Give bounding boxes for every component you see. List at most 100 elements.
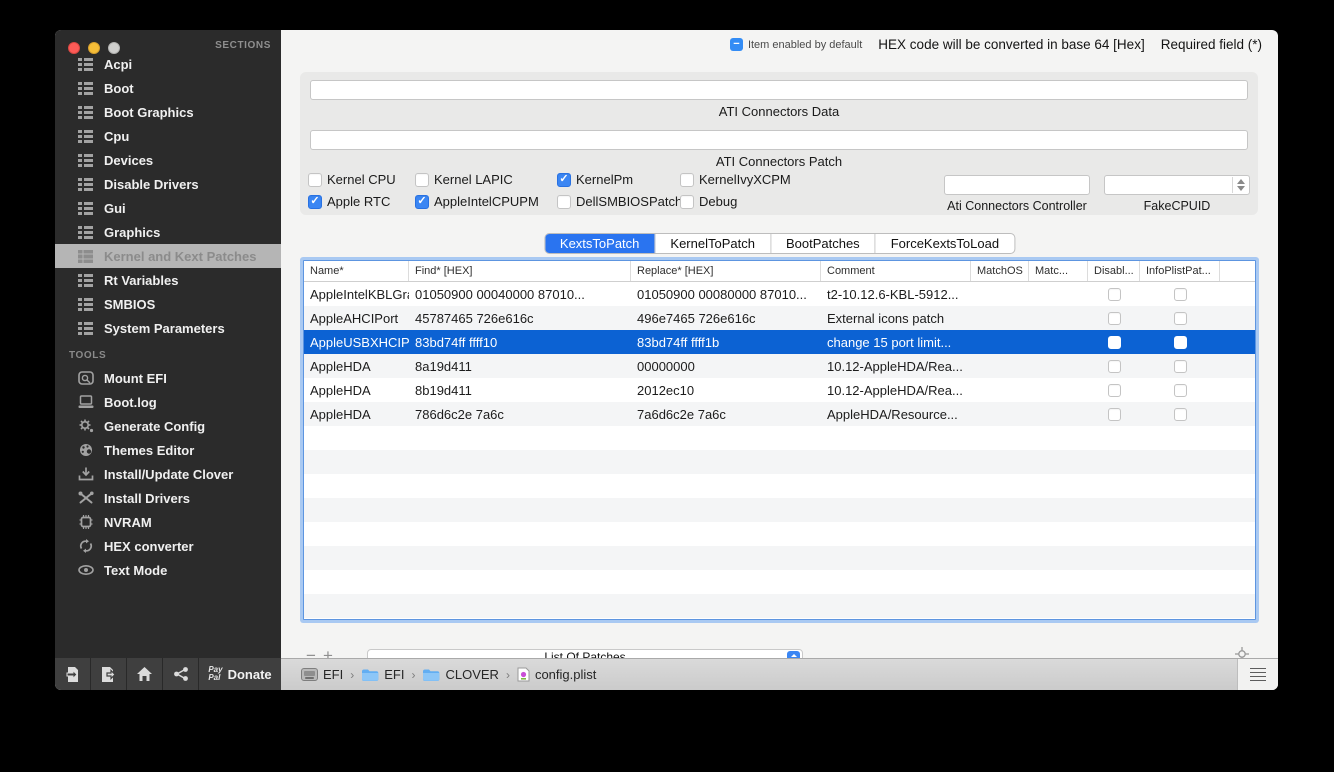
apple-rtc-checkbox[interactable]: [308, 195, 322, 209]
cell-name: AppleHDA: [304, 407, 409, 422]
tab-kerneltopatch[interactable]: KernelToPatch: [655, 234, 771, 253]
infoplist-checkbox[interactable]: [1174, 288, 1187, 301]
infoplist-checkbox[interactable]: [1174, 360, 1187, 373]
kernel-cpu-checkbox[interactable]: [308, 173, 322, 187]
column-header-matchbuild[interactable]: Matc...: [1029, 261, 1088, 281]
disabled-checkbox[interactable]: [1108, 312, 1121, 325]
list-icon: [77, 129, 94, 144]
cell-replace: 83bd74ff ffff1b: [631, 335, 821, 350]
breadcrumb-item-clover-folder[interactable]: CLOVER: [422, 667, 498, 682]
column-header-find[interactable]: Find* [HEX]: [409, 261, 631, 281]
table-row[interactable]: AppleUSBXHCIPCI 83bd74ff ffff10 83bd74ff…: [304, 330, 1255, 354]
option-label: DellSMBIOSPatch: [576, 194, 682, 209]
sidebar-item-label: Text Mode: [104, 563, 167, 578]
disabled-checkbox[interactable]: [1108, 408, 1121, 421]
option-kernel-lapic: Kernel LAPIC: [415, 172, 513, 187]
option-label: AppleIntelCPUPM: [434, 194, 539, 209]
option-debug: Debug: [680, 194, 737, 209]
tab-bootpatches[interactable]: BootPatches: [771, 234, 876, 253]
breadcrumb-item-config-plist[interactable]: config.plist: [517, 667, 596, 682]
list-icon: [77, 177, 94, 192]
cell-find: 83bd74ff ffff10: [409, 335, 631, 350]
breadcrumb-item-efi-folder[interactable]: EFI: [361, 667, 404, 682]
option-kernel-cpu: Kernel CPU: [308, 172, 396, 187]
disabled-checkbox[interactable]: [1108, 336, 1121, 349]
menu-icon[interactable]: [1250, 668, 1266, 682]
export-config-button[interactable]: [91, 658, 127, 690]
column-header-replace[interactable]: Replace* [HEX]: [631, 261, 821, 281]
table-row[interactable]: AppleHDA 8a19d411 00000000 10.12-AppleHD…: [304, 354, 1255, 378]
sidebar-item-themes-editor[interactable]: Themes Editor: [55, 438, 281, 462]
breadcrumb-label: config.plist: [535, 667, 596, 682]
home-button[interactable]: [127, 658, 163, 690]
breadcrumb-item-efi-disk[interactable]: EFI: [301, 667, 343, 682]
infoplist-checkbox[interactable]: [1174, 384, 1187, 397]
sidebar-item-generate-config[interactable]: Generate Config: [55, 414, 281, 438]
sidebar-item-graphics[interactable]: Graphics: [55, 220, 281, 244]
fakecpuid-combobox[interactable]: [1104, 175, 1250, 195]
legend-enabled-label: Item enabled by default: [748, 39, 862, 51]
tab-kextstopatch[interactable]: KextsToPatch: [545, 234, 656, 253]
sidebar-item-hex-converter[interactable]: HEX converter: [55, 534, 281, 558]
ati-connectors-data-label: ATI Connectors Data: [300, 104, 1258, 119]
sidebar-item-boot-graphics[interactable]: Boot Graphics: [55, 100, 281, 124]
column-header-disabled[interactable]: Disabl...: [1088, 261, 1140, 281]
log-icon: [77, 395, 94, 410]
sidebar-item-system-parameters[interactable]: System Parameters: [55, 316, 281, 340]
tab-forcekextstoload[interactable]: ForceKextsToLoad: [876, 234, 1014, 253]
disabled-checkbox[interactable]: [1108, 288, 1121, 301]
ati-connectors-controller-input[interactable]: [944, 175, 1090, 195]
option-apple-rtc: Apple RTC: [308, 194, 390, 209]
cell-find: 01050900 00040000 87010...: [409, 287, 631, 302]
sections-heading: SECTIONS: [215, 40, 271, 51]
infoplist-checkbox[interactable]: [1174, 408, 1187, 421]
dellsmbiospatch-checkbox[interactable]: [557, 195, 571, 209]
sidebar-item-disable-drivers[interactable]: Disable Drivers: [55, 172, 281, 196]
sidebar-item-label: Rt Variables: [104, 273, 178, 288]
import-config-button[interactable]: [55, 658, 91, 690]
sidebar-item-text-mode[interactable]: Text Mode: [55, 558, 281, 582]
ati-kernel-panel: ATI Connectors Data ATI Connectors Patch…: [300, 72, 1258, 215]
table-row[interactable]: AppleHDA 8b19d411 2012ec10 10.12-AppleHD…: [304, 378, 1255, 402]
table-row[interactable]: AppleHDA 786d6c2e 7a6c 7a6d6c2e 7a6c App…: [304, 402, 1255, 426]
disabled-checkbox[interactable]: [1108, 360, 1121, 373]
table-row[interactable]: AppleIntelKBLGrap... 01050900 00040000 8…: [304, 282, 1255, 306]
sidebar-item-kernel-and-kext-patches[interactable]: Kernel and Kext Patches: [55, 244, 281, 268]
sidebar-item-rt-variables[interactable]: Rt Variables: [55, 268, 281, 292]
sidebar-item-smbios[interactable]: SMBIOS: [55, 292, 281, 316]
cell-comment: 10.12-AppleHDA/Rea...: [821, 359, 971, 374]
disk-icon: [301, 668, 318, 681]
sidebar-item-devices[interactable]: Devices: [55, 148, 281, 172]
column-header-matchos[interactable]: MatchOS: [971, 261, 1029, 281]
sidebar-item-cpu[interactable]: Cpu: [55, 124, 281, 148]
ati-connectors-patch-input[interactable]: [310, 130, 1248, 150]
appleintelcpupm-checkbox[interactable]: [415, 195, 429, 209]
sidebar-item-boot-log[interactable]: Boot.log: [55, 390, 281, 414]
sidebar-item-nvram[interactable]: NVRAM: [55, 510, 281, 534]
sidebar-item-install-update-clover[interactable]: Install/Update Clover: [55, 462, 281, 486]
paypal-donate-button[interactable]: PayPal Donate: [199, 658, 281, 690]
table-row[interactable]: AppleAHCIPort 45787465 726e616c 496e7465…: [304, 306, 1255, 330]
infoplist-checkbox[interactable]: [1174, 312, 1187, 325]
folder-icon: [361, 668, 379, 682]
disabled-checkbox[interactable]: [1108, 384, 1121, 397]
sidebar-item-mount-efi[interactable]: Mount EFI: [55, 366, 281, 390]
share-button[interactable]: [163, 658, 199, 690]
sidebar-item-acpi[interactable]: Acpi: [55, 52, 281, 76]
column-header-comment[interactable]: Comment: [821, 261, 971, 281]
option-kernelivyxcpm: KernelIvyXCPM: [680, 172, 791, 187]
stepper-icon[interactable]: [1232, 177, 1248, 193]
sidebar-item-boot[interactable]: Boot: [55, 76, 281, 100]
kernelivyxcpm-checkbox[interactable]: [680, 173, 694, 187]
debug-checkbox[interactable]: [680, 195, 694, 209]
sidebar-item-label: Gui: [104, 201, 126, 216]
sidebar-item-gui[interactable]: Gui: [55, 196, 281, 220]
sidebar-item-label: Generate Config: [104, 419, 205, 434]
kernel-lapic-checkbox[interactable]: [415, 173, 429, 187]
infoplist-checkbox[interactable]: [1174, 336, 1187, 349]
ati-connectors-data-input[interactable]: [310, 80, 1248, 100]
kernelpm-checkbox[interactable]: [557, 173, 571, 187]
column-header-name[interactable]: Name*: [304, 261, 409, 281]
sidebar-item-install-drivers[interactable]: Install Drivers: [55, 486, 281, 510]
column-header-infoplistpatch[interactable]: InfoPlistPat...: [1140, 261, 1220, 281]
